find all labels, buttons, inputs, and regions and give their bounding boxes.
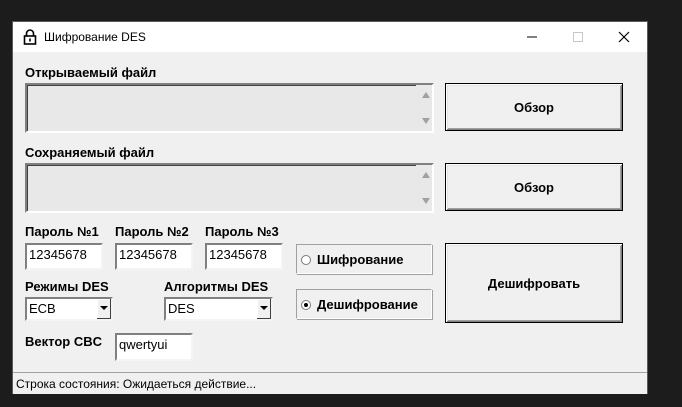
password-3-input[interactable]: 12345678 (205, 243, 283, 270)
password-1-input[interactable]: 12345678 (25, 243, 103, 270)
decrypt-radio[interactable] (301, 300, 311, 310)
chevron-down-icon[interactable] (96, 299, 111, 319)
status-text: Строка состояния: Ожидаеться действие... (16, 377, 257, 391)
chevron-down-icon[interactable] (256, 299, 271, 319)
scroll-up-icon[interactable] (422, 172, 430, 178)
source-browse-button[interactable]: Обзор (445, 83, 623, 131)
encrypt-radio[interactable] (301, 255, 311, 265)
title-bar: Шифрование DES (13, 22, 647, 52)
password-1-label: Пароль №1 (25, 224, 99, 239)
lock-icon (23, 29, 37, 45)
algorithm-select[interactable]: DES (164, 297, 273, 321)
target-browse-button[interactable]: Обзор (445, 163, 623, 211)
target-file-text (27, 165, 416, 211)
target-file-field[interactable] (25, 163, 434, 213)
status-bar: Строка состояния: Ожидаеться действие... (13, 372, 647, 394)
algorithm-value: DES (168, 301, 195, 316)
source-file-text (27, 85, 416, 131)
password-2-input[interactable]: 12345678 (115, 243, 193, 270)
close-button[interactable] (601, 22, 647, 52)
scroll-down-icon[interactable] (422, 118, 430, 124)
encrypt-label: Шифрование (317, 252, 404, 267)
encrypt-option[interactable]: Шифрование (296, 244, 432, 274)
maximize-button[interactable] (555, 22, 601, 52)
decrypt-button[interactable]: Дешифровать (445, 243, 623, 323)
source-file-field[interactable] (25, 83, 434, 133)
scroll-up-icon[interactable] (422, 92, 430, 98)
mode-select[interactable]: ECB (25, 297, 113, 321)
des-window: Шифрование DES Открываемый файл Обзор Со… (12, 21, 648, 394)
minimize-button[interactable] (509, 22, 555, 52)
password-3-label: Пароль №3 (205, 224, 279, 239)
password-2-label: Пароль №2 (115, 224, 189, 239)
vector-label: Вектор CBC (25, 334, 102, 349)
target-file-label: Сохраняемый файл (25, 145, 155, 160)
decrypt-label: Дешифрование (317, 297, 418, 312)
window-title: Шифрование DES (44, 30, 146, 44)
source-file-label: Открываемый файл (25, 65, 157, 80)
vector-input[interactable]: qwertyui (115, 333, 193, 361)
scroll-down-icon[interactable] (422, 198, 430, 204)
algorithm-label: Алгоритмы DES (164, 279, 269, 294)
decrypt-option[interactable]: Дешифрование (296, 289, 432, 319)
mode-value: ECB (29, 301, 56, 316)
mode-label: Режимы DES (25, 279, 109, 294)
